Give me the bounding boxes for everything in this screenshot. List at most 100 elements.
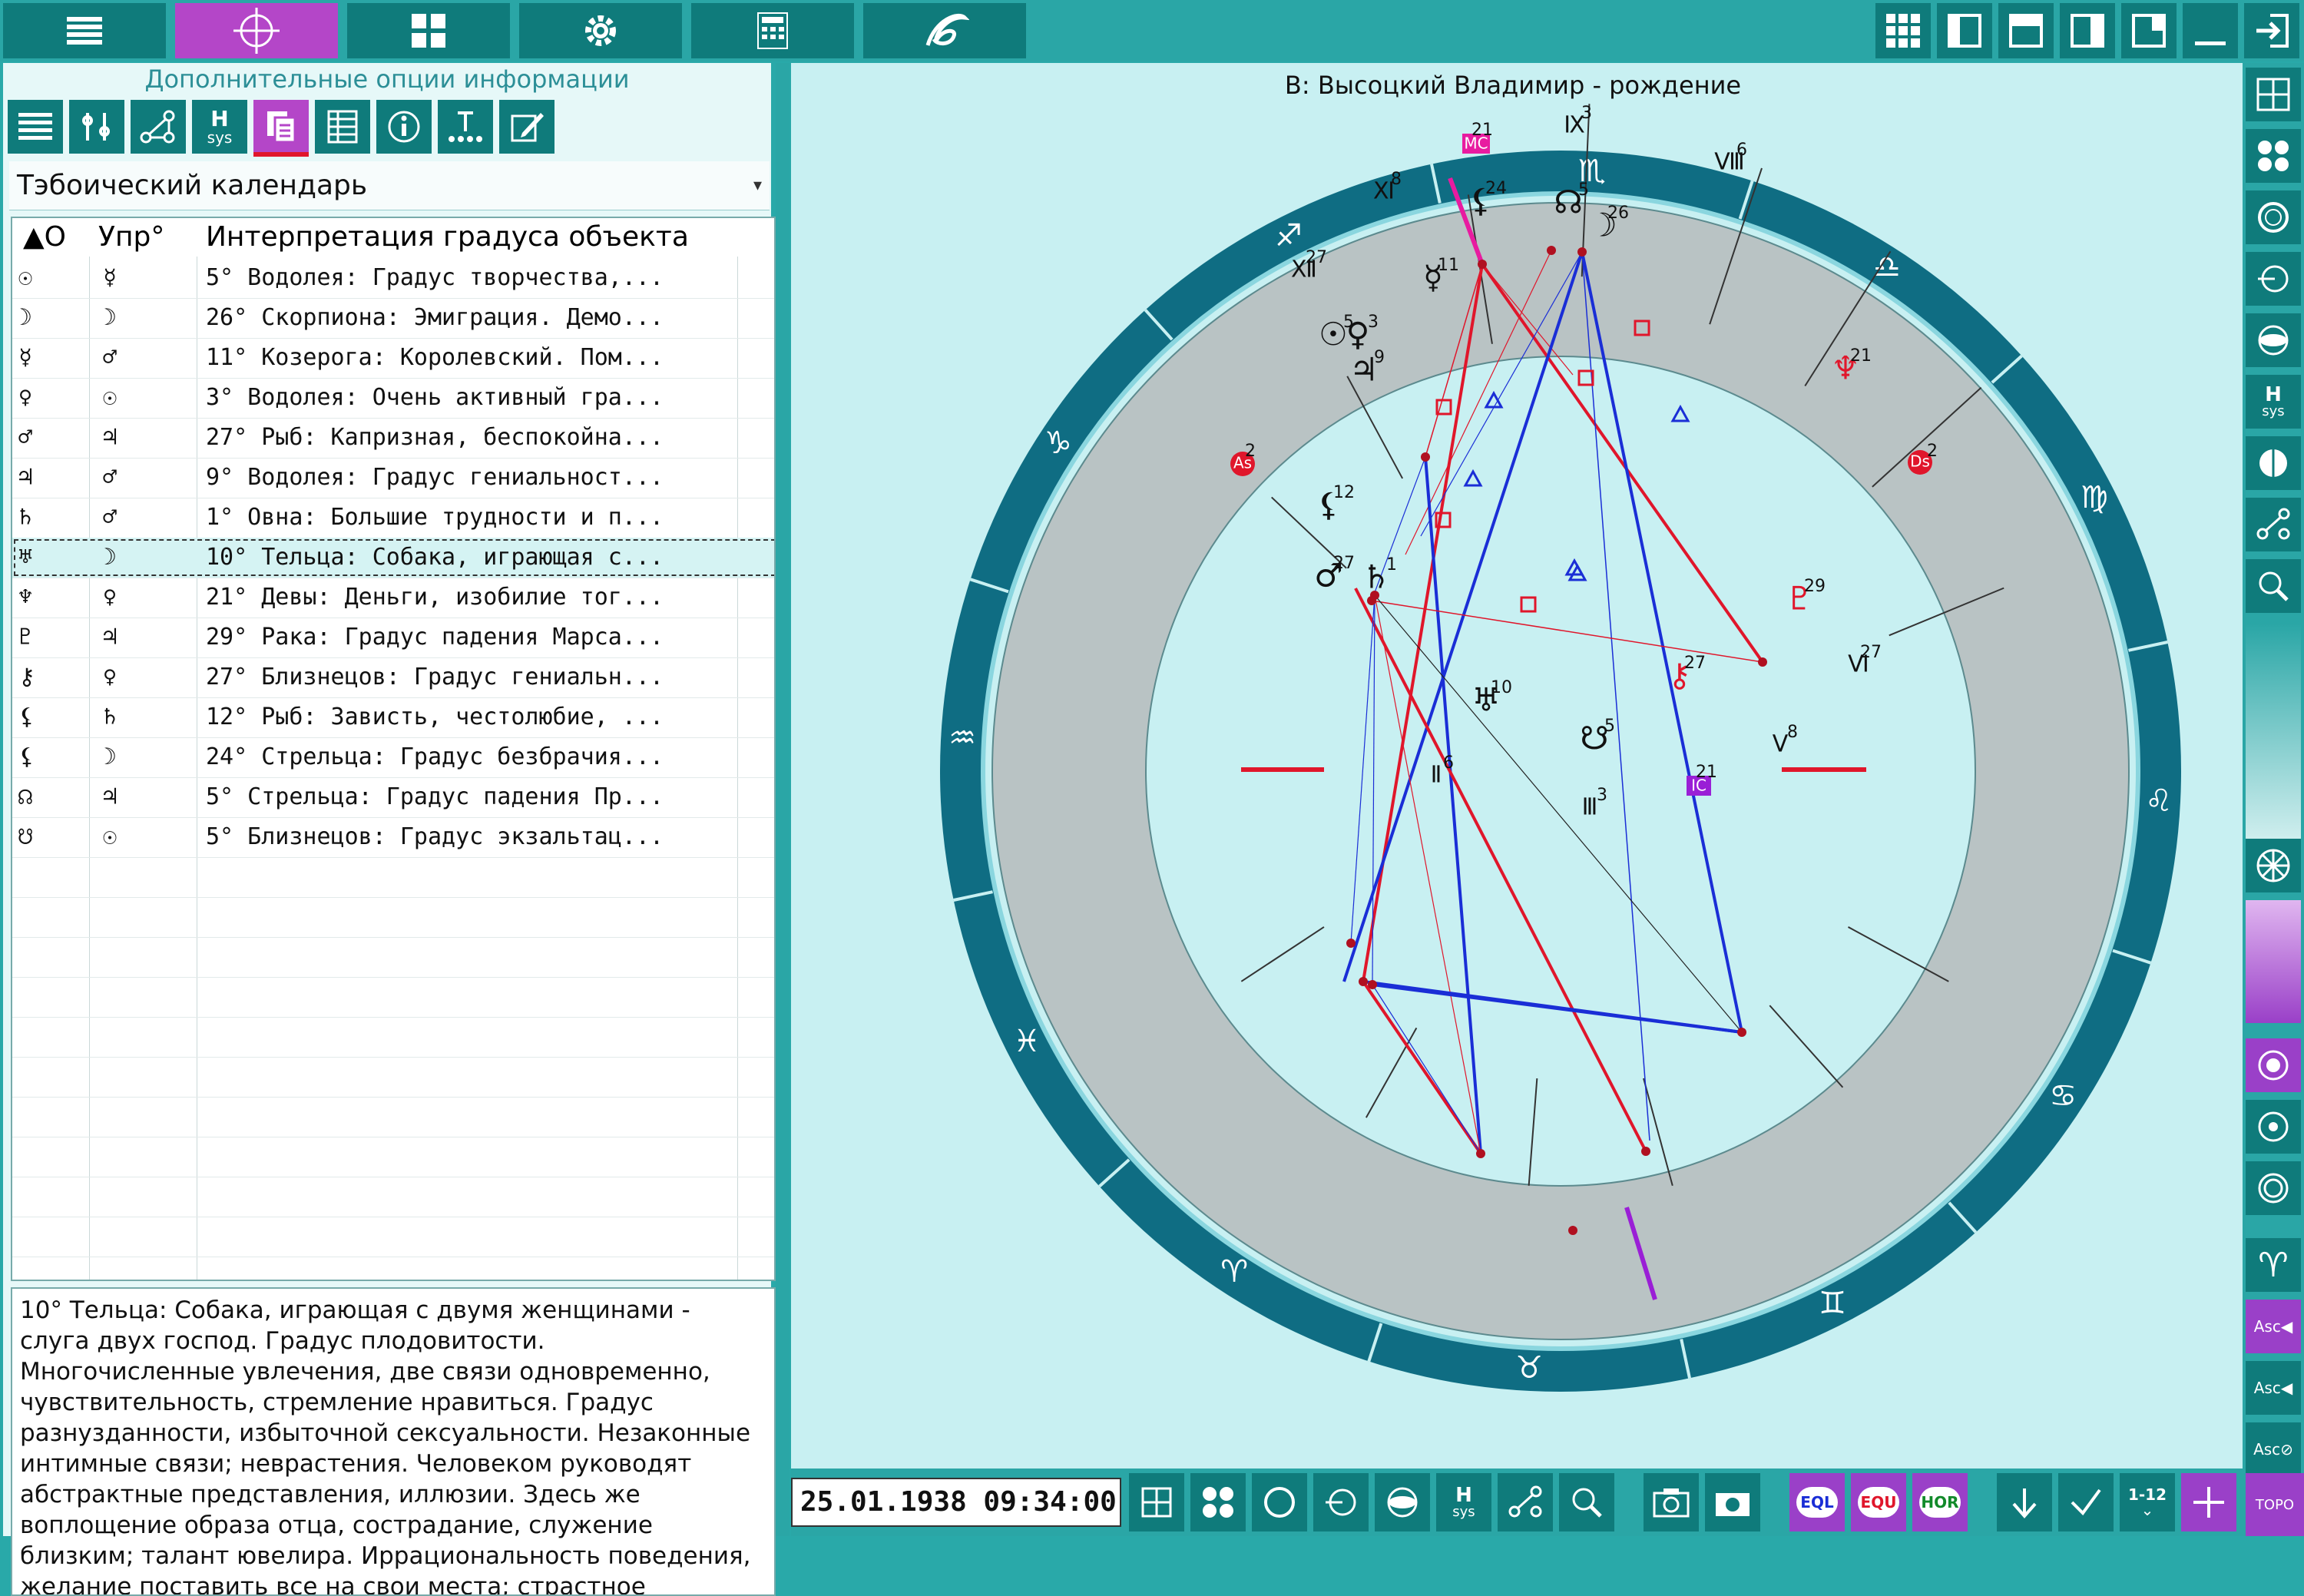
table-row[interactable]: ♇ ♃ 29° Рака: Градус падения Марса... <box>12 618 774 657</box>
exit-button[interactable] <box>2244 3 2299 58</box>
zodiac-sign-icon: ♌ <box>2145 783 2173 819</box>
documents-button[interactable] <box>253 100 309 157</box>
topo-button[interactable]: ТОРО <box>2246 1473 2304 1536</box>
ring-button[interactable] <box>2246 190 2301 244</box>
configuration-button[interactable] <box>131 100 186 154</box>
logo-button[interactable] <box>863 3 1026 58</box>
bottom-chart-type-button[interactable] <box>1129 1473 1184 1531</box>
search-chart-button[interactable] <box>2246 559 2301 613</box>
bottom-search-button[interactable] <box>1559 1473 1614 1531</box>
house-degree-label: 8 <box>1787 723 1798 742</box>
table-view-button[interactable] <box>315 100 370 154</box>
row-text: 11° Козерога: Королевский. Пом... <box>206 344 664 371</box>
table-row[interactable]: ⚷ ♀ 27° Близнецов: Градус гениальн... <box>12 657 774 697</box>
house-degree-label: 8 <box>1391 170 1402 189</box>
layout-top-icon <box>2009 14 2043 48</box>
table-row[interactable]: ♅ ☽ 10° Тельца: Собака, играющая с... <box>12 538 774 578</box>
table-row[interactable]: ♃ ♂ 9° Водолея: Градус гениальност... <box>12 458 774 498</box>
list-view-button[interactable] <box>8 100 63 154</box>
column-header-interpretation[interactable]: Интерпретация градуса объекта <box>206 221 689 253</box>
row-obj: ☿ <box>18 344 33 371</box>
wheel-button[interactable] <box>2246 839 2301 892</box>
calculator-button[interactable] <box>691 3 854 58</box>
table-row[interactable]: ⚸ ☽ 24° Стрельца: Градус безбрачия... <box>12 737 774 777</box>
right-configuration-button[interactable] <box>2246 498 2301 551</box>
column-header-object[interactable]: ▲O <box>23 221 66 253</box>
expand-button[interactable] <box>2181 1473 2236 1531</box>
layout-left-button[interactable] <box>1937 3 1992 58</box>
table-row[interactable]: ☊ ♃ 5° Стрельца: Градус падения Пр... <box>12 777 774 817</box>
aspects-button[interactable] <box>69 100 124 154</box>
table-row[interactable]: ☉ ☿ 5° Водолея: Градус творчества,... <box>12 258 774 298</box>
planet-degree-label: 26 <box>1607 204 1629 223</box>
bottom-transit-button[interactable] <box>1313 1473 1369 1531</box>
eql-button[interactable]: EQL <box>1789 1473 1845 1531</box>
double-ring-button[interactable] <box>2246 1161 2301 1215</box>
equ-button[interactable]: EQU <box>1851 1473 1906 1531</box>
column-header-ruler[interactable]: Упр° <box>98 221 164 253</box>
timeline-button[interactable] <box>438 100 493 154</box>
target-button[interactable] <box>2246 1038 2301 1092</box>
row-ruler: ♂ <box>103 504 118 531</box>
row-obj: ☉ <box>18 264 33 291</box>
chart-type-button[interactable] <box>2246 68 2301 121</box>
arrow-down-button[interactable] <box>1997 1473 2052 1531</box>
zoom-slider[interactable] <box>2246 624 2301 839</box>
chart-view-button[interactable] <box>175 3 338 58</box>
check-button[interactable] <box>2058 1473 2114 1531</box>
house-degree-label: 27 <box>1860 643 1882 662</box>
table-row[interactable]: ♆ ♀ 21° Девы: Деньги, изобилие тог... <box>12 578 774 618</box>
range-button[interactable]: 1-12 ⌄ <box>2120 1473 2175 1531</box>
double-ring-icon <box>2258 1173 2289 1204</box>
asc-button-1[interactable]: Asc ◀ <box>2246 1300 2301 1353</box>
row-text: 26° Скорпиона: Эмиграция. Демо... <box>206 304 664 331</box>
row-divider <box>12 977 774 978</box>
color-slider[interactable] <box>2246 900 2301 1023</box>
layout-right-button[interactable] <box>2060 3 2115 58</box>
grid-button[interactable] <box>347 3 510 58</box>
asc-button-2[interactable]: Asc ◀ <box>2246 1361 2301 1415</box>
eclipse-button[interactable] <box>2246 313 2301 367</box>
target-icon <box>2258 1050 2289 1081</box>
ic-degree-label: 21 <box>1696 763 1717 782</box>
hemisphere-button[interactable] <box>2246 436 2301 490</box>
layout-corner-button[interactable] <box>2121 3 2177 58</box>
asc-button-3[interactable]: Asc ⊘ <box>2246 1422 2301 1476</box>
table-row[interactable]: ⚸ ♄ 12° Рыб: Зависть, честолюбие, ... <box>12 697 774 737</box>
info-button[interactable] <box>376 100 432 154</box>
top-toolbar <box>0 0 2304 61</box>
table-row[interactable]: ☿ ♂ 11° Козерога: Королевский. Пом... <box>12 338 774 378</box>
table-header: ▲O Упр° Интерпретация градуса объекта <box>12 218 774 257</box>
bottom-house-system-button[interactable]: Hsys <box>1436 1473 1491 1531</box>
screenshot-button[interactable] <box>1644 1473 1699 1531</box>
dots-button[interactable] <box>2246 129 2301 183</box>
bottom-ring-button[interactable] <box>1252 1473 1307 1531</box>
hor-button[interactable]: HOR <box>1912 1473 1968 1531</box>
minimize-button[interactable] <box>2183 3 2238 58</box>
planet-point <box>1421 452 1430 462</box>
bottom-eclipse-button[interactable] <box>1375 1473 1430 1531</box>
table-row[interactable]: ♂ ♃ 27° Рыб: Капризная, беспокойна... <box>12 418 774 458</box>
right-house-system-button[interactable]: Hsys <box>2246 375 2301 429</box>
table-row[interactable]: ♀ ☉ 3° Водолея: Очень активный гра... <box>12 378 774 418</box>
bottom-configuration-button[interactable] <box>1498 1473 1553 1531</box>
panel-splitter[interactable] <box>776 63 790 1536</box>
arrow-down-icon <box>2012 1488 2037 1519</box>
table-row[interactable]: ♄ ♂ 1° Овна: Большие трудности и п... <box>12 498 774 538</box>
menu-button[interactable] <box>3 3 166 58</box>
datetime-field[interactable]: 25.01.1938 09:34:00 <box>791 1478 1121 1527</box>
layout-top-button[interactable] <box>1998 3 2054 58</box>
aries-button[interactable]: ♈ <box>2246 1238 2301 1292</box>
edit-button[interactable] <box>499 100 554 154</box>
table-row[interactable]: ☋ ☉ 5° Близнецов: Градус экзальтац... <box>12 817 774 857</box>
house-system-button[interactable]: Hsys <box>192 100 247 154</box>
layout-grid-button[interactable] <box>1875 3 1931 58</box>
table-row[interactable]: ☽ ☽ 26° Скорпиона: Эмиграция. Демо... <box>12 298 774 338</box>
ring-small-button[interactable] <box>2246 1100 2301 1154</box>
settings-button[interactable] <box>519 3 682 58</box>
bottom-dots-button[interactable] <box>1190 1473 1246 1531</box>
calendar-select[interactable]: Тэбоический календарь ▾ <box>9 161 770 210</box>
transit-button[interactable] <box>2246 252 2301 306</box>
photo-button[interactable] <box>1705 1473 1760 1531</box>
natal-chart-wheel[interactable]: ♐♑♒♓♈♉♊♋♌♍♎♏☽26☊5⚸24☿11☉5♀3♃9 ♆21⚸12♂27 ♄1… <box>791 63 2243 1469</box>
